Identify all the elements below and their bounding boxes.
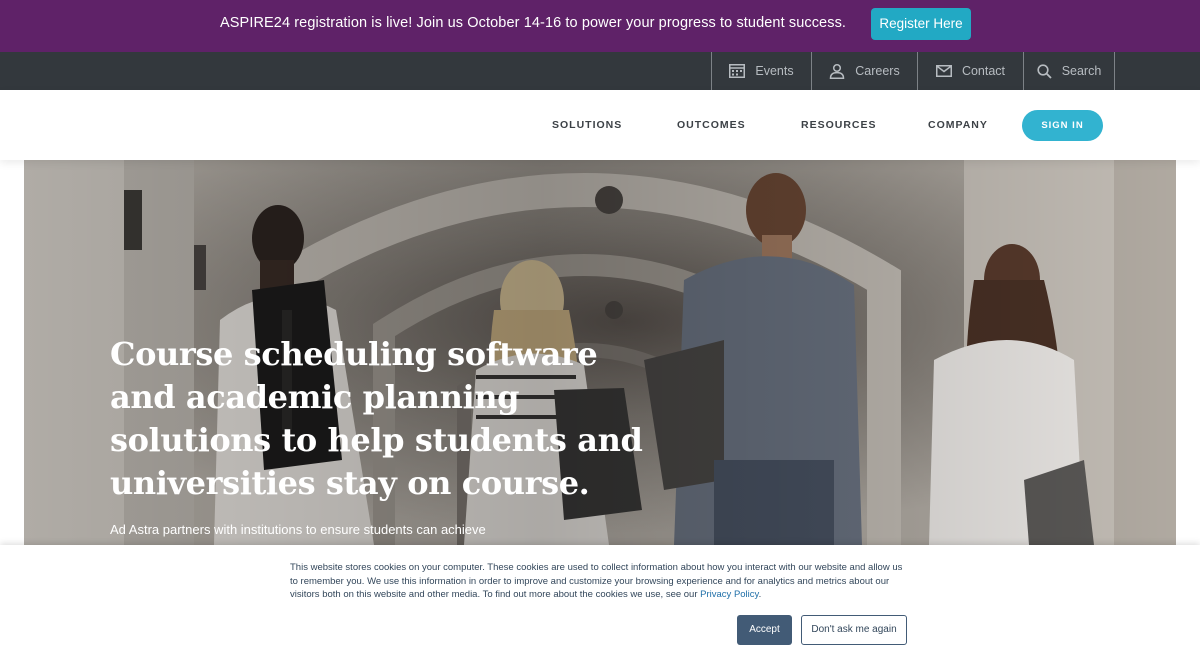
main-nav: SOLUTIONS OUTCOMES RESOURCES COMPANY SIG…: [0, 90, 1200, 160]
utility-item-label: Events: [755, 64, 794, 78]
announcement-text: ASPIRE24 registration is live! Join us O…: [220, 15, 847, 31]
utility-item-events[interactable]: Events: [711, 52, 811, 90]
cookie-banner: This website stores cookies on your comp…: [0, 545, 1200, 665]
utility-item-search[interactable]: Search: [1023, 52, 1115, 90]
sign-in-button[interactable]: SIGN IN: [1022, 110, 1103, 141]
search-icon: [1037, 63, 1052, 79]
cookie-message: This website stores cookies on your comp…: [290, 561, 910, 602]
envelope-icon: [935, 65, 952, 77]
utility-item-careers[interactable]: Careers: [811, 52, 917, 90]
utility-item-contact[interactable]: Contact: [917, 52, 1023, 90]
nav-item-solutions[interactable]: SOLUTIONS: [552, 119, 622, 131]
utility-item-label: Contact: [961, 64, 1006, 78]
hero-subtitle: Ad Astra partners with institutions to e…: [110, 522, 486, 537]
announcement-bar: ASPIRE24 registration is live! Join us O…: [0, 0, 1200, 52]
cookie-message-trailing: .: [758, 589, 762, 600]
register-here-button[interactable]: Register Here: [871, 8, 971, 40]
nav-item-company[interactable]: COMPANY: [928, 119, 988, 131]
accept-cookies-button[interactable]: Accept: [737, 615, 792, 645]
nav-item-resources[interactable]: RESOURCES: [801, 119, 877, 131]
privacy-policy-link[interactable]: Privacy Policy: [700, 589, 758, 600]
person-icon: [829, 63, 845, 79]
cookie-message-text: This website stores cookies on your comp…: [290, 562, 903, 600]
calendar-icon: [729, 64, 746, 78]
hero-section: Course scheduling software and academic …: [24, 160, 1176, 545]
hero-title: Course scheduling software and academic …: [110, 335, 643, 502]
utility-nav: Events Careers Contact Search: [0, 52, 1200, 90]
utility-item-label: Search: [1061, 64, 1102, 78]
utility-item-label: Careers: [855, 64, 900, 78]
dont-ask-again-button[interactable]: Don't ask me again: [801, 615, 907, 645]
nav-item-outcomes[interactable]: OUTCOMES: [677, 119, 746, 131]
